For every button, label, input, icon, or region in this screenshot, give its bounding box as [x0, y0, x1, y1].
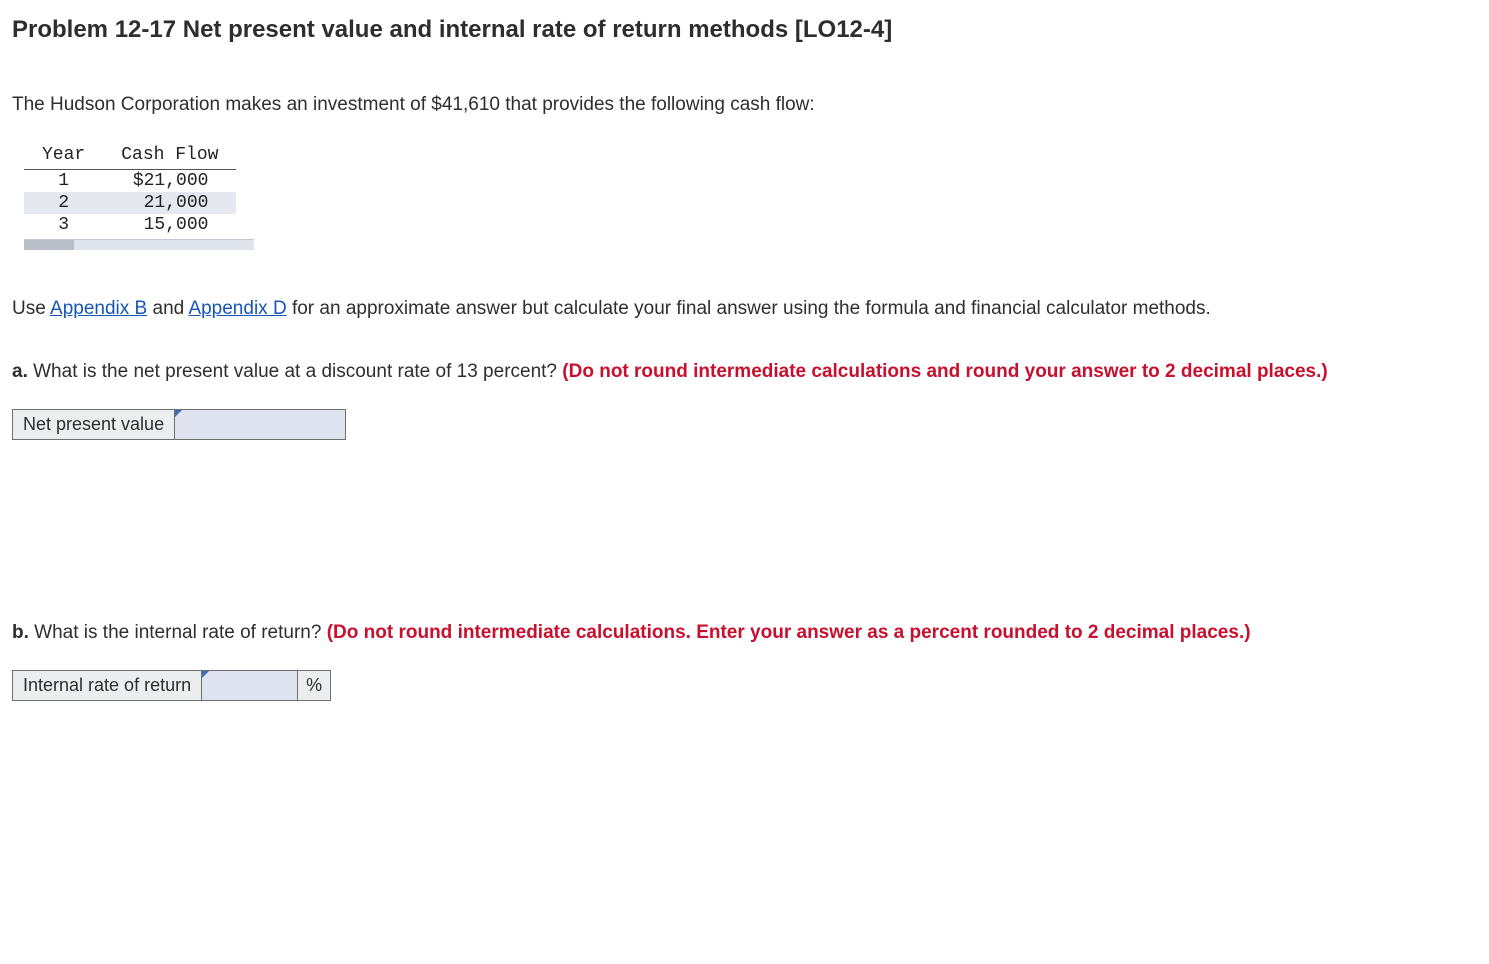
irr-answer-table: Internal rate of return % — [12, 670, 331, 701]
part-a-hint: (Do not round intermediate calculations … — [562, 361, 1327, 382]
text: Use — [12, 298, 50, 319]
npv-input-cell[interactable] — [175, 409, 346, 439]
part-a-text: What is the net present value at a disco… — [33, 361, 562, 382]
text: for an approximate answer but calculate … — [287, 298, 1211, 319]
cashflow-header-year: Year — [24, 144, 103, 170]
table-row: 1 $21,000 — [24, 169, 236, 192]
cf-value: $21,000 — [103, 169, 236, 192]
intro-text: The Hudson Corporation makes an investme… — [12, 92, 1477, 118]
cashflow-table: Year Cash Flow 1 $21,000 2 21,000 3 15,0… — [24, 144, 236, 236]
problem-title: Problem 12-17 Net present value and inte… — [12, 16, 1477, 44]
cf-value: 21,000 — [103, 192, 236, 214]
irr-label: Internal rate of return — [13, 670, 202, 700]
npv-answer-table: Net present value — [12, 409, 346, 440]
cf-year: 1 — [24, 169, 103, 192]
table-row: 2 21,000 — [24, 192, 236, 214]
npv-input[interactable] — [175, 410, 345, 439]
appendix-instruction: Use Appendix B and Appendix D for an app… — [12, 296, 1477, 322]
part-b-hint: (Do not round intermediate calculations.… — [327, 622, 1251, 643]
scrollbar-thumb[interactable] — [24, 240, 74, 250]
cf-year: 2 — [24, 192, 103, 214]
part-b-lead: b. — [12, 622, 34, 643]
cf-value: 15,000 — [103, 214, 236, 236]
npv-label: Net present value — [13, 409, 175, 439]
cell-marker-icon — [202, 671, 209, 678]
cell-marker-icon — [175, 410, 182, 417]
table-row: 3 15,000 — [24, 214, 236, 236]
cf-year: 3 — [24, 214, 103, 236]
part-b-question: b. What is the internal rate of return? … — [12, 620, 1477, 646]
part-b-text: What is the internal rate of return? — [34, 622, 327, 643]
part-a-question: a. What is the net present value at a di… — [12, 359, 1477, 385]
part-a-lead: a. — [12, 361, 33, 382]
irr-unit: % — [298, 670, 331, 700]
cashflow-header-cf: Cash Flow — [103, 144, 236, 170]
horizontal-scrollbar[interactable] — [24, 239, 254, 250]
cashflow-table-container: Year Cash Flow 1 $21,000 2 21,000 3 15,0… — [24, 144, 254, 250]
text: and — [147, 298, 188, 319]
irr-input-cell[interactable] — [202, 670, 298, 700]
appendix-d-link[interactable]: Appendix D — [188, 298, 286, 319]
appendix-b-link[interactable]: Appendix B — [50, 298, 147, 319]
irr-input[interactable] — [202, 671, 297, 700]
